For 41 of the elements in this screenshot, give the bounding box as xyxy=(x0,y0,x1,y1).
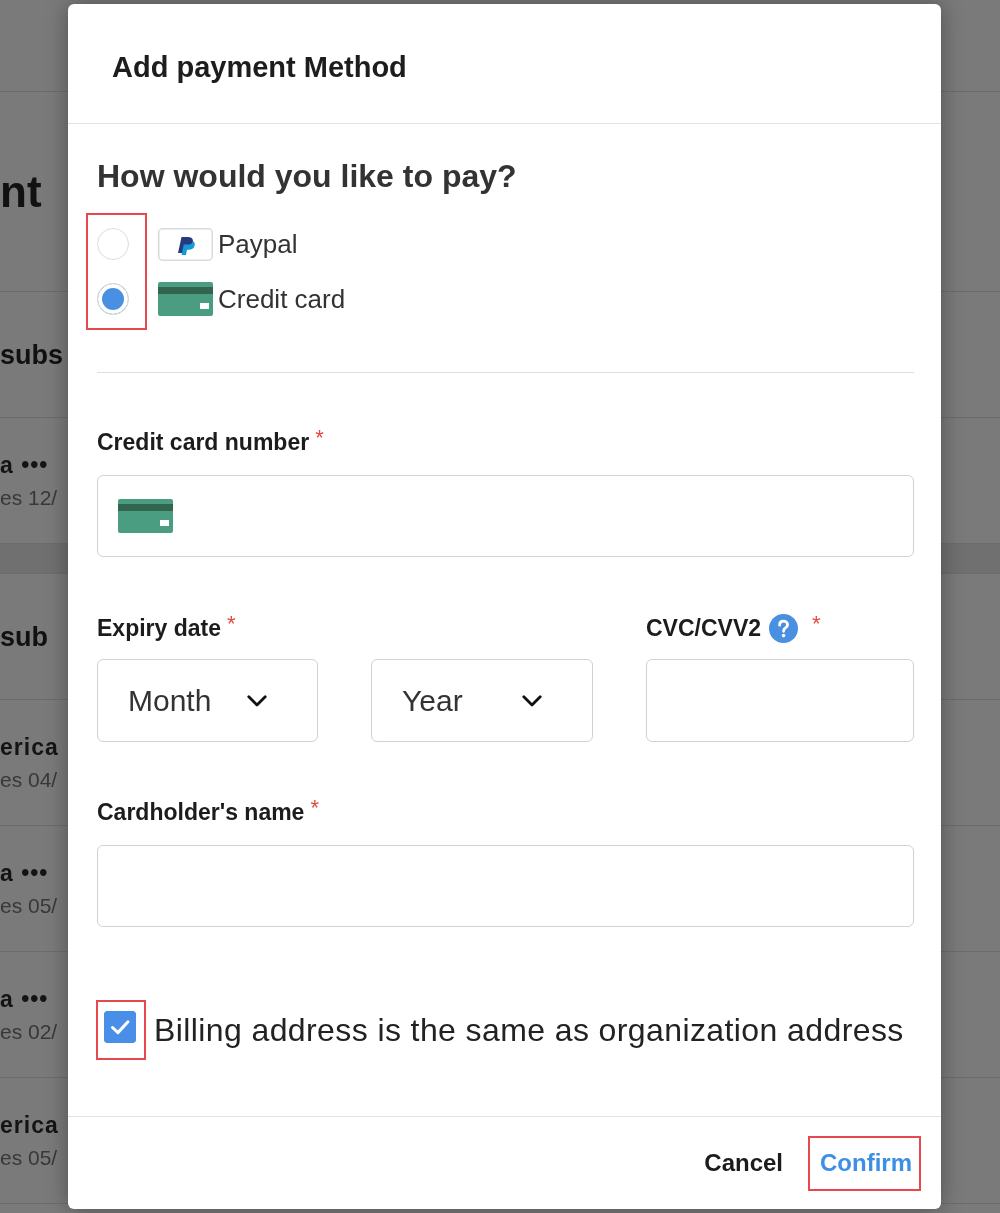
required-mark: * xyxy=(310,798,319,818)
card-name: a ••• xyxy=(0,984,49,1014)
card-name: erica xyxy=(0,732,59,762)
p-logo-icon xyxy=(158,227,213,261)
card-expiry: es 05/ xyxy=(0,1144,58,1171)
card-expiry: es 02/ xyxy=(0,1018,58,1045)
required-mark: * xyxy=(315,428,324,448)
cardholder-name-field[interactable] xyxy=(97,845,914,927)
card-number-field[interactable] xyxy=(97,475,914,557)
option-label[interactable]: Credit card xyxy=(218,283,346,315)
dialog-title: Add payment Method xyxy=(112,50,407,85)
checkbox[interactable] xyxy=(104,1011,136,1043)
cvc-field[interactable] xyxy=(646,659,914,742)
page-heading: nt xyxy=(0,166,42,217)
card-expiry: es 04/ xyxy=(0,766,58,793)
field-label: Expiry date xyxy=(97,614,221,642)
required-mark: * xyxy=(227,614,236,634)
option-label[interactable]: Paypal xyxy=(218,228,298,260)
radio-button[interactable] xyxy=(97,283,129,315)
field-label: Credit card number xyxy=(97,428,310,456)
card-name: a ••• xyxy=(0,858,49,888)
field-label: Cardholder's name xyxy=(97,798,305,826)
card-expiry: es 05/ xyxy=(0,892,58,919)
radio-button[interactable] xyxy=(97,228,129,260)
dropdown[interactable]: Month xyxy=(97,659,318,742)
chevron-down-icon xyxy=(522,694,542,707)
field-label: CVC/CVV2 xyxy=(646,614,762,642)
chevron-down-icon xyxy=(247,694,267,707)
credit-card-icon xyxy=(158,282,213,316)
section-title: subs xyxy=(0,338,64,372)
card-name: erica xyxy=(0,1110,59,1140)
card-expiry: es 12/ xyxy=(0,484,58,511)
dropdown[interactable]: Year xyxy=(371,659,593,742)
section-title: sub xyxy=(0,620,48,654)
required-mark: * xyxy=(812,614,821,634)
help-icon[interactable] xyxy=(769,613,799,643)
cancel-button[interactable]: Cancel xyxy=(704,1148,783,1178)
checkbox-label[interactable]: Billing address is the same as organization address xyxy=(154,1010,904,1050)
card-name: a ••• xyxy=(0,450,49,480)
question-heading: How would you like to pay? xyxy=(97,157,517,196)
credit-card-icon xyxy=(118,499,173,533)
